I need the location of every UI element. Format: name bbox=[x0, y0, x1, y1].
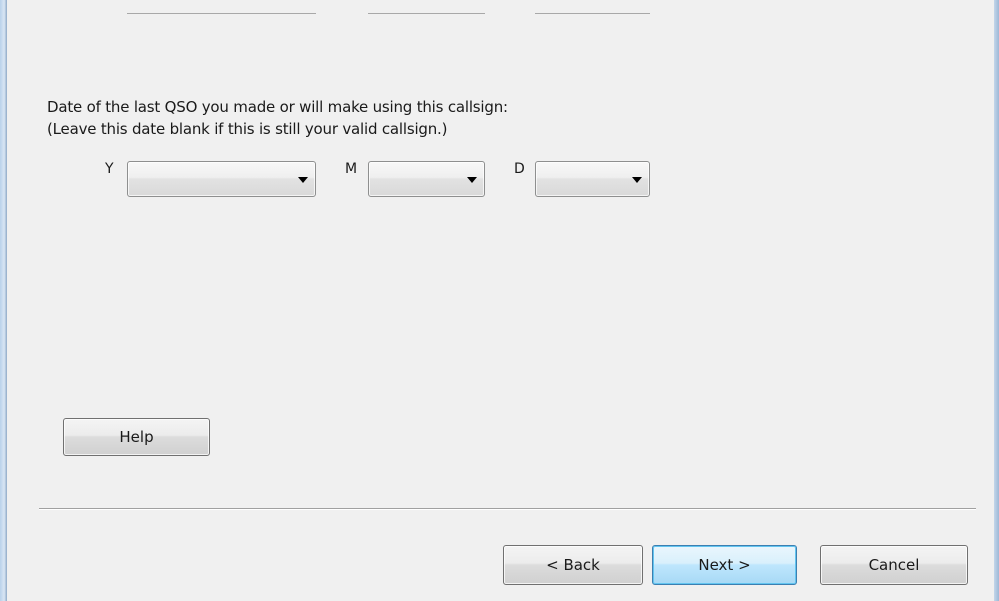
day-label: D bbox=[514, 161, 525, 177]
chevron-down-icon bbox=[467, 177, 477, 183]
partial-field-day-above bbox=[535, 0, 650, 14]
wizard-page: Date of the last QSO you made or will ma… bbox=[9, 0, 991, 601]
back-button[interactable]: < Back bbox=[503, 545, 643, 585]
footer-separator bbox=[39, 508, 976, 510]
help-button[interactable]: Help bbox=[63, 418, 210, 456]
year-select[interactable] bbox=[127, 161, 316, 197]
window-frame-right bbox=[994, 0, 999, 601]
day-select[interactable] bbox=[535, 161, 650, 197]
month-select[interactable] bbox=[368, 161, 485, 197]
month-label: M bbox=[345, 161, 358, 177]
next-button[interactable]: Next > bbox=[652, 545, 797, 585]
date-hint-label: (Leave this date blank if this is still … bbox=[47, 120, 448, 138]
window-frame-left bbox=[0, 0, 7, 601]
cancel-button[interactable]: Cancel bbox=[820, 545, 968, 585]
chevron-down-icon bbox=[632, 177, 642, 183]
partial-field-year-above bbox=[127, 0, 316, 14]
date-prompt-label: Date of the last QSO you made or will ma… bbox=[47, 98, 508, 116]
year-label: Y bbox=[105, 161, 114, 177]
wizard-window: Date of the last QSO you made or will ma… bbox=[0, 0, 999, 601]
partial-field-month-above bbox=[368, 0, 485, 14]
chevron-down-icon bbox=[298, 177, 308, 183]
